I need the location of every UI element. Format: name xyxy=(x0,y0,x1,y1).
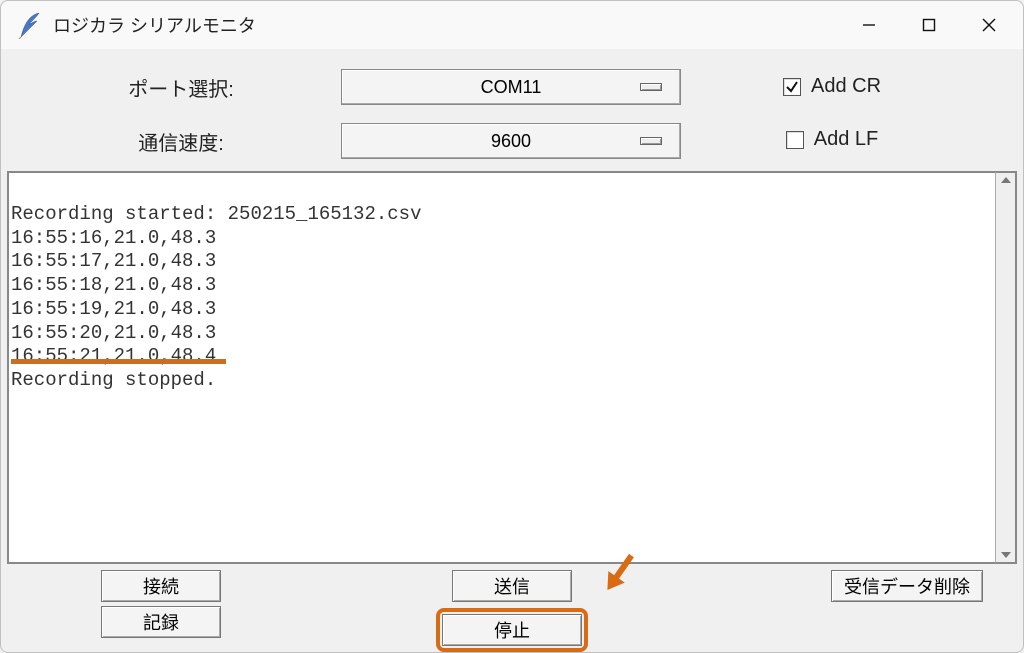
connect-button[interactable]: 接続 xyxy=(101,570,221,602)
dropdown-indicator-icon xyxy=(640,83,662,91)
port-label: ポート選択: xyxy=(21,73,341,102)
clear-rx-button[interactable]: 受信データ削除 xyxy=(831,570,983,602)
checkbox-icon xyxy=(786,131,804,149)
config-panel: ポート選択: COM11 Add CR 通信速度: 9600 Add LF xyxy=(1,49,1023,171)
serial-output[interactable]: Recording started: 250215_165132.csv 16:… xyxy=(7,171,995,564)
close-button[interactable] xyxy=(959,3,1019,47)
scroll-up-icon xyxy=(1001,177,1011,183)
send-button[interactable]: 送信 xyxy=(452,570,572,602)
stop-highlight-annotation: 停止 xyxy=(436,608,588,652)
output-area: Recording started: 250215_165132.csv 16:… xyxy=(7,171,1017,564)
titlebar: ロジカラ シリアルモニタ xyxy=(1,1,1023,49)
port-value: COM11 xyxy=(481,77,542,98)
scroll-down-icon xyxy=(1001,552,1011,558)
vertical-scrollbar[interactable] xyxy=(995,171,1017,564)
underline-annotation xyxy=(11,359,226,364)
add-cr-label: Add CR xyxy=(811,75,881,98)
baud-label: 通信速度: xyxy=(21,127,341,156)
port-select[interactable]: COM11 xyxy=(341,69,681,105)
app-icon xyxy=(17,11,41,39)
dropdown-indicator-icon xyxy=(640,137,662,145)
app-window: ロジカラ シリアルモニタ ポート選択: COM11 Add CR xyxy=(0,0,1024,653)
checkbox-icon xyxy=(783,78,801,96)
window-buttons xyxy=(839,3,1019,47)
minimize-button[interactable] xyxy=(839,3,899,47)
baud-value: 9600 xyxy=(491,131,531,152)
record-button[interactable]: 記録 xyxy=(101,606,221,638)
add-lf-checkbox[interactable]: Add LF xyxy=(786,128,878,151)
add-lf-label: Add LF xyxy=(814,128,878,151)
maximize-button[interactable] xyxy=(899,3,959,47)
window-title: ロジカラ シリアルモニタ xyxy=(53,12,839,38)
stop-button[interactable]: 停止 xyxy=(442,614,582,646)
baud-select[interactable]: 9600 xyxy=(341,123,681,159)
add-cr-checkbox[interactable]: Add CR xyxy=(783,75,881,98)
button-row: 接続 記録 送信 停止 受信データ削除 xyxy=(1,564,1023,652)
